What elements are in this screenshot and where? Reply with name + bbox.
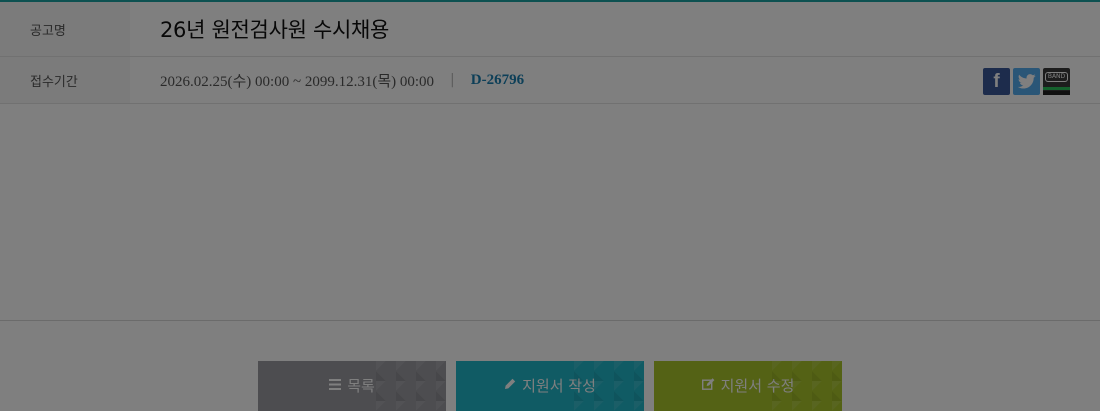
twitter-share-button[interactable]: [1013, 68, 1040, 95]
edit-application-button[interactable]: 지원서 수정: [654, 361, 842, 411]
action-buttons: 목록 지원서 작성 지원서 수정: [258, 361, 842, 411]
band-share-button[interactable]: BAND: [1043, 68, 1070, 95]
facebook-icon: f: [993, 70, 1000, 92]
write-application-button[interactable]: 지원서 작성: [456, 361, 644, 411]
period-label: 접수기간: [0, 57, 130, 103]
application-period: 2026.02.25(수) 00:00 ~ 2099.12.31(목) 00:0…: [160, 73, 435, 90]
posting-content-area: [0, 104, 1100, 319]
twitter-icon: [1017, 74, 1036, 89]
posting-title: 26년 원전검사원 수시채용: [160, 18, 390, 42]
pencil-icon: [504, 375, 516, 393]
list-button[interactable]: 목록: [258, 361, 446, 411]
title-row: 공고명 26년 원전검사원 수시채용: [0, 2, 1100, 57]
edit-button-label: 지원서 수정: [720, 377, 795, 395]
list-button-label: 목록: [347, 377, 375, 395]
period-row: 접수기간 2026.02.25(수) 00:00 ~ 2099.12.31(목)…: [0, 57, 1100, 104]
dday-badge: D-26796: [470, 71, 525, 88]
band-icon: BAND: [1044, 72, 1069, 82]
posting-info-table: 공고명 26년 원전검사원 수시채용 접수기간 2026.02.25(수) 00…: [0, 2, 1100, 104]
share-buttons: f BAND: [983, 68, 1070, 95]
list-icon: [329, 375, 342, 393]
content-divider: [0, 320, 1100, 321]
band-stripe-dark: [1043, 91, 1070, 95]
band-stripe: [1043, 87, 1070, 90]
separator: |: [450, 72, 455, 88]
title-value: 26년 원전검사원 수시채용: [130, 14, 389, 44]
facebook-share-button[interactable]: f: [983, 68, 1010, 95]
period-value: 2026.02.25(수) 00:00 ~ 2099.12.31(목) 00:0…: [130, 70, 524, 91]
edit-icon: [701, 375, 715, 393]
write-button-label: 지원서 작성: [522, 377, 596, 395]
title-label: 공고명: [0, 2, 130, 56]
